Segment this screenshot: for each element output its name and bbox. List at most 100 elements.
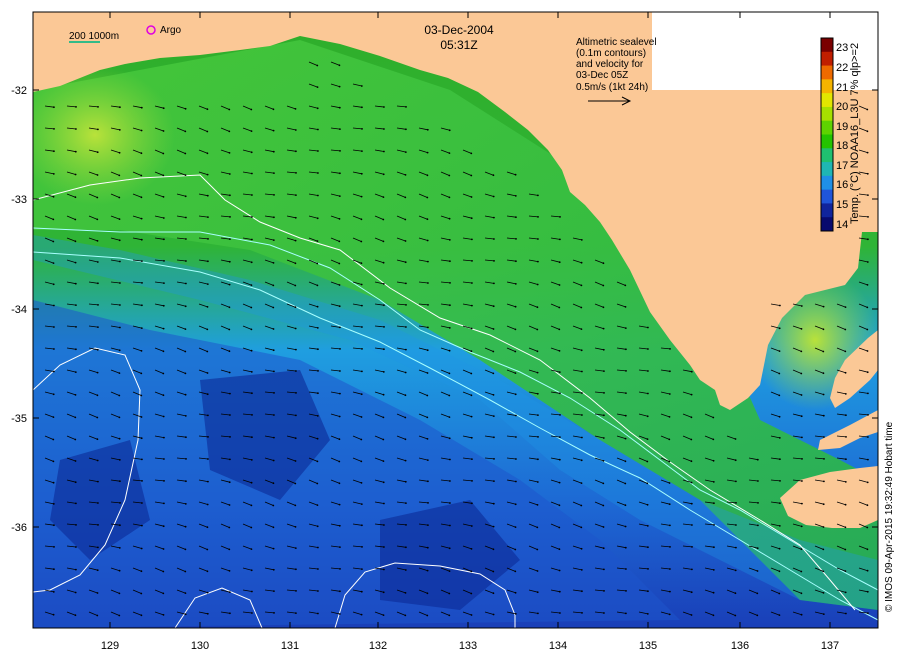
velocity-arrow-head [141, 260, 143, 262]
velocity-arrow-head [272, 129, 275, 132]
velocity-arrow-head [404, 218, 407, 221]
velocity-arrow-head [514, 570, 517, 573]
velocity-arrow-head [250, 548, 253, 550]
velocity-arrow-head [426, 128, 429, 131]
velocity-arrow-head [273, 370, 275, 373]
velocity-arrow-head [581, 590, 583, 593]
velocity-arrow-head [404, 394, 407, 397]
velocity-arrow-head [140, 416, 143, 418]
velocity-arrow-head [339, 128, 341, 131]
velocity-arrow-head [272, 284, 275, 287]
velocity-arrow-head [251, 414, 253, 416]
velocity-arrow-head [97, 326, 99, 328]
velocity-arrow-head [97, 304, 99, 306]
velocity-arrow-head [251, 436, 253, 439]
velocity-arrow-head [602, 306, 605, 309]
velocity-arrow-head [294, 284, 297, 287]
velocity-arrow-head [383, 150, 385, 153]
velocity-arrow-head [251, 216, 253, 218]
velocity-arrow-head [602, 284, 605, 287]
velocity-arrow-head [74, 416, 77, 419]
velocity-arrow-head [360, 416, 363, 418]
velocity-arrow-head [778, 437, 781, 439]
velocity-arrow-head [185, 260, 187, 262]
velocity-arrow-head [405, 502, 407, 504]
velocity-arrow-head [712, 416, 715, 419]
velocity-arrow-head [646, 482, 649, 485]
velocity-arrow-head [250, 284, 253, 286]
velocity-arrow-head [338, 284, 341, 286]
velocity-arrow-head [118, 174, 121, 177]
velocity-arrow-head [427, 502, 429, 504]
velocity-arrow-head [602, 547, 605, 550]
velocity-arrow-head [449, 304, 451, 307]
velocity-arrow-head [74, 282, 77, 285]
velocity-arrow-head [405, 304, 407, 306]
velocity-arrow-head [184, 570, 187, 573]
velocity-arrow-head [140, 196, 143, 199]
velocity-arrow-head [866, 261, 869, 263]
velocity-arrow-head [316, 415, 319, 417]
velocity-arrow-head [317, 128, 319, 131]
velocity-arrow-head [96, 459, 99, 462]
velocity-arrow-head [184, 130, 187, 133]
velocity-arrow-head [206, 152, 209, 155]
altimetry-note-line: Altimetric sealevel [576, 37, 657, 48]
velocity-arrow-head [603, 612, 605, 614]
velocity-arrow-head [250, 371, 253, 373]
velocity-arrow-head [52, 262, 55, 264]
velocity-arrow-head [537, 216, 539, 218]
velocity-arrow-head [250, 130, 253, 133]
velocity-arrow-head [383, 348, 385, 351]
velocity-arrow-head [559, 238, 561, 241]
velocity-arrow-head [272, 262, 275, 264]
velocity-arrow-head [470, 350, 473, 353]
velocity-arrow-head [580, 526, 583, 529]
velocity-arrow-head [382, 261, 385, 264]
velocity-arrow-head [316, 217, 319, 220]
velocity-arrow-head [96, 371, 99, 374]
velocity-arrow-head [316, 525, 319, 528]
velocity-arrow-head [625, 370, 627, 372]
velocity-arrow-head [690, 416, 693, 419]
velocity-arrow-head [470, 525, 473, 527]
velocity-arrow-head [339, 568, 341, 570]
velocity-arrow-head [867, 238, 869, 241]
velocity-arrow-head [163, 282, 165, 284]
velocity-arrow-head [515, 480, 517, 483]
velocity-arrow-head [52, 283, 55, 286]
velocity-arrow-head [118, 416, 121, 419]
velocity-arrow-head [471, 260, 473, 262]
imos-credit: © IMOS 09-Apr-2015 19:32:49 Hobart time [884, 421, 895, 612]
velocity-arrow-head [118, 349, 121, 352]
velocity-arrow-head [492, 195, 495, 198]
velocity-arrow-head [317, 392, 319, 395]
velocity-arrow-head [53, 106, 55, 109]
velocity-arrow-head [448, 570, 451, 572]
velocity-arrow-head [625, 348, 627, 351]
velocity-arrow-head [845, 458, 847, 461]
velocity-arrow-head [140, 106, 143, 109]
velocity-arrow-head [162, 217, 165, 219]
velocity-arrow-head [295, 150, 297, 153]
velocity-arrow-head [647, 392, 649, 395]
velocity-arrow-head [338, 262, 341, 265]
x-tick-label: 131 [281, 640, 299, 652]
velocity-arrow-head [383, 106, 385, 108]
velocity-arrow-head [602, 504, 605, 507]
velocity-arrow-head [426, 459, 429, 461]
velocity-arrow-head [558, 371, 561, 373]
velocity-arrow-head [866, 526, 869, 529]
velocity-arrow-head [185, 282, 187, 285]
velocity-arrow-head [74, 371, 77, 373]
velocity-arrow-head [647, 370, 649, 372]
velocity-arrow-head [449, 458, 451, 461]
velocity-arrow-head [559, 612, 561, 614]
velocity-arrow-head [713, 502, 715, 505]
velocity-arrow-head [382, 416, 385, 419]
velocity-arrow-head [844, 306, 847, 308]
velocity-arrow-head [184, 305, 187, 308]
velocity-arrow-head [206, 372, 209, 374]
velocity-arrow-head [162, 152, 165, 155]
colorbar-tick-label: 20 [836, 101, 848, 113]
